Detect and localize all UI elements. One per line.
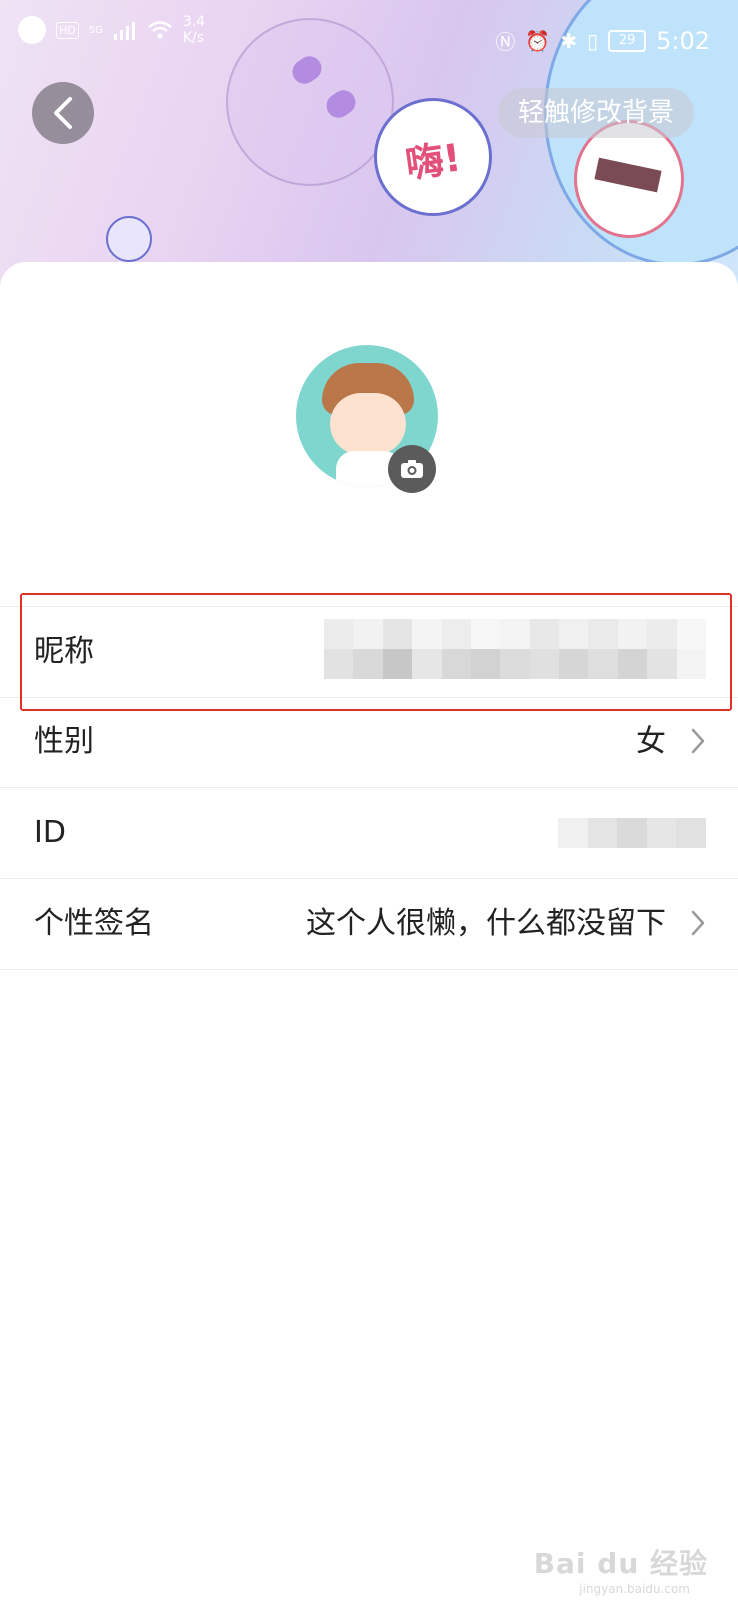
app-notification-icon — [18, 16, 46, 44]
wifi-icon — [148, 21, 172, 39]
avatar-face — [330, 393, 406, 455]
bubble-text: 嗨! — [403, 134, 464, 187]
chevron-right-icon — [691, 910, 705, 936]
decor-speech-bubble: 嗨! — [374, 98, 492, 216]
change-background-button[interactable]: 轻触修改背景 — [497, 88, 694, 138]
nickname-highlight-box — [20, 593, 732, 711]
network-speed: 3.4 K/s — [183, 14, 205, 46]
network-speed-value: 3.4 — [182, 14, 206, 30]
watermark-url: jingyan.baidu.com — [579, 1582, 690, 1596]
bluetooth-icon: ✱ — [560, 28, 578, 53]
battery-indicator: 29 — [608, 29, 647, 52]
network-5g-label: 5G — [88, 24, 103, 36]
id-row: ID — [0, 788, 738, 879]
chevron-left-icon — [54, 97, 72, 129]
network-speed-unit: K/s — [182, 30, 205, 46]
profile-background-banner[interactable]: 嗨! HD 5G 3.4 K/s Ⓝ ⏰ ✱ ▯ 29 5:02 轻触修改背景 — [0, 0, 738, 300]
id-value-blurred — [558, 818, 706, 848]
camera-icon — [401, 460, 423, 478]
alarm-icon: ⏰ — [525, 28, 551, 53]
hd-badge: HD — [56, 21, 79, 39]
change-avatar-button[interactable] — [388, 445, 436, 493]
back-button[interactable] — [32, 82, 94, 144]
chevron-right-icon — [691, 728, 705, 754]
nfc-icon: Ⓝ — [495, 30, 516, 54]
signal-icon — [113, 22, 135, 40]
signature-row[interactable]: 个性签名 这个人很懒，什么都没留下 — [0, 879, 738, 970]
vibrate-icon: ▯ — [587, 28, 599, 53]
decor-small-face — [106, 216, 152, 262]
signature-value: 这个人很懒，什么都没留下 — [306, 906, 666, 941]
signature-label: 个性签名 — [34, 906, 154, 941]
status-bar: HD 5G 3.4 K/s Ⓝ ⏰ ✱ ▯ 29 5:02 — [0, 0, 738, 80]
status-time: 5:02 — [656, 26, 710, 55]
avatar-container[interactable] — [296, 345, 442, 493]
id-label: ID — [34, 815, 66, 850]
watermark-brand: Bai du 经验 — [533, 1547, 708, 1580]
